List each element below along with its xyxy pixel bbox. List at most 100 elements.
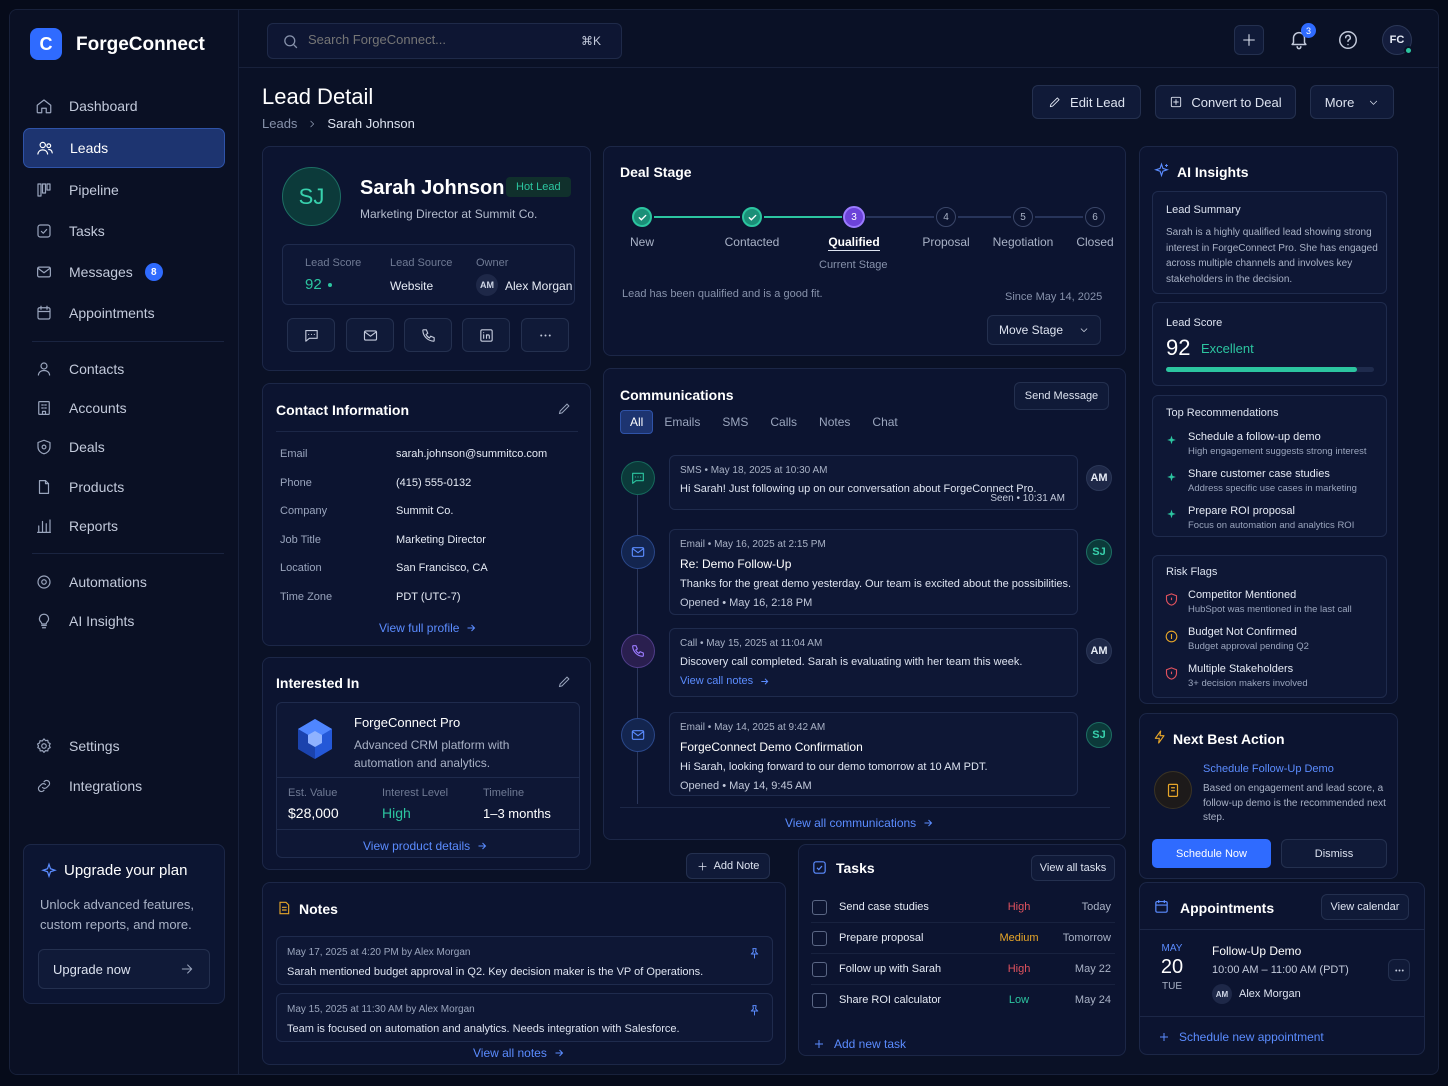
sidebar-item-contacts[interactable]: Contacts	[23, 349, 225, 389]
comm-item[interactable]: Call • May 15, 2025 at 11:04 AM Discovery…	[669, 628, 1078, 697]
comms-tab-emails[interactable]: Emails	[653, 411, 711, 433]
sidebar-item-ai-insights[interactable]: AI Insights	[23, 601, 225, 641]
call-action-button[interactable]	[404, 318, 452, 352]
arrow-right-icon	[467, 624, 476, 632]
email-action-button[interactable]	[346, 318, 394, 352]
sidebar-item-settings[interactable]: Settings	[23, 726, 225, 766]
stage-step-5[interactable]: 5	[1013, 207, 1033, 227]
user-avatar[interactable]: FC	[1382, 25, 1413, 55]
view-all-communications-link[interactable]: View all communications	[785, 816, 934, 830]
view-all-notes-link[interactable]: View all notes	[473, 1046, 565, 1060]
view-calendar-button[interactable]: View calendar	[1321, 894, 1409, 920]
edit-interest-icon[interactable]	[557, 674, 572, 689]
stage-step-6[interactable]: 6	[1085, 207, 1105, 227]
sidebar-item-label: Deals	[69, 439, 105, 455]
more-actions-button[interactable]	[521, 318, 569, 352]
mail-icon	[631, 730, 645, 740]
sidebar-item-leads[interactable]: Leads	[23, 128, 225, 168]
lead-summary-title: Lead Summary	[1166, 204, 1241, 216]
send-message-label: Send Message	[1024, 390, 1099, 402]
task-checkbox[interactable]	[812, 993, 827, 1008]
contact-field-value[interactable]: sarah.johnson@summitco.com	[396, 448, 547, 460]
view-full-profile-link[interactable]: View full profile	[379, 621, 477, 635]
edit-lead-button[interactable]: Edit Lead	[1032, 85, 1141, 119]
comms-tab-calls[interactable]: Calls	[759, 411, 808, 433]
note-meta: May 17, 2025 at 4:20 PM by Alex Morgan	[287, 947, 471, 958]
sidebar-item-dashboard[interactable]: Dashboard	[23, 86, 225, 126]
task-name[interactable]: Send case studies	[839, 901, 929, 913]
comm-item[interactable]: Email • May 16, 2025 at 2:15 PM Re: Demo …	[669, 529, 1078, 615]
sidebar-item-messages[interactable]: Messages 8	[23, 252, 225, 292]
comms-tab-chat[interactable]: Chat	[861, 411, 908, 433]
schedule-now-button[interactable]: Schedule Now	[1152, 839, 1271, 868]
sidebar-item-automations[interactable]: Automations	[23, 562, 225, 602]
add-button[interactable]	[1234, 25, 1264, 55]
help-button[interactable]	[1337, 29, 1359, 51]
upgrade-now-button[interactable]: Upgrade now	[38, 949, 210, 989]
stage-step-3[interactable]: 3	[843, 206, 865, 228]
add-note-button[interactable]: Add Note	[686, 853, 770, 879]
add-new-task-label: Add new task	[834, 1037, 907, 1051]
dismiss-button[interactable]: Dismiss	[1281, 839, 1387, 868]
pin-icon[interactable]	[748, 947, 761, 960]
recommendation-title[interactable]: Prepare ROI proposal	[1188, 505, 1295, 517]
task-due: May 22	[1074, 963, 1111, 975]
sidebar-item-products[interactable]: Products	[23, 467, 225, 507]
product-divider	[277, 777, 579, 778]
recommendation-title[interactable]: Schedule a follow-up demo	[1188, 431, 1321, 443]
notifications-button[interactable]: 3	[1288, 23, 1316, 52]
recommendation-title[interactable]: Share customer case studies	[1188, 468, 1330, 480]
brand-logo[interactable]: C	[30, 28, 62, 60]
comm-meta: Call • May 15, 2025 at 11:04 AM	[680, 638, 823, 649]
comms-tab-all[interactable]: All	[620, 410, 654, 434]
comm-item[interactable]: SMS • May 18, 2025 at 10:30 AM Hi Sarah! …	[669, 455, 1078, 510]
sidebar-item-pipeline[interactable]: Pipeline	[23, 170, 225, 210]
contact-field-value[interactable]: (415) 555-0132	[396, 477, 471, 489]
comm-item[interactable]: Email • May 14, 2025 at 9:42 AM ForgeConn…	[669, 712, 1078, 796]
sidebar-item-reports[interactable]: Reports	[23, 506, 225, 546]
view-call-notes-link[interactable]: View call notes	[680, 675, 770, 687]
ai-insights-card: AI Insights Lead Summary Sarah is a high…	[1139, 146, 1398, 704]
more-button[interactable]: More	[1310, 85, 1394, 119]
schedule-new-appointment-link[interactable]: Schedule new appointment	[1158, 1030, 1324, 1044]
breadcrumb-leads[interactable]: Leads	[262, 116, 297, 131]
move-stage-button[interactable]: Move Stage	[987, 315, 1101, 345]
appointment-more-button[interactable]	[1388, 959, 1410, 981]
sidebar-item-label: Dashboard	[69, 98, 138, 114]
stage-step-2[interactable]	[742, 207, 762, 227]
stage-step-1[interactable]	[632, 207, 652, 227]
appointment-event[interactable]: Follow-Up Demo	[1212, 944, 1301, 958]
interested-in-title: Interested In	[276, 675, 360, 691]
view-product-details-link[interactable]: View product details	[363, 839, 488, 853]
search-input[interactable]	[308, 32, 568, 47]
chat-action-button[interactable]	[287, 318, 335, 352]
search-box[interactable]: ⌘K	[267, 23, 622, 59]
task-checkbox[interactable]	[812, 962, 827, 977]
product-description: Advanced CRM platform with automation an…	[354, 738, 510, 770]
note-item[interactable]: May 17, 2025 at 4:20 PM by Alex Morgan Sa…	[276, 936, 773, 985]
sidebar-item-integrations[interactable]: Integrations	[23, 766, 225, 806]
task-name[interactable]: Share ROI calculator	[839, 994, 941, 1006]
pin-icon[interactable]	[748, 1004, 761, 1017]
comms-tab-notes[interactable]: Notes	[808, 411, 861, 433]
task-checkbox[interactable]	[812, 900, 827, 915]
sidebar-item-tasks[interactable]: Tasks	[23, 211, 225, 251]
sidebar-item-appointments[interactable]: Appointments	[23, 293, 225, 333]
task-checkbox[interactable]	[812, 931, 827, 946]
note-item[interactable]: May 15, 2025 at 11:30 AM by Alex Morgan T…	[276, 993, 773, 1042]
sidebar-item-deals[interactable]: Deals	[23, 427, 225, 467]
view-calendar-label: View calendar	[1330, 901, 1400, 913]
send-message-button[interactable]: Send Message	[1014, 382, 1109, 410]
comms-tab-sms[interactable]: SMS	[711, 411, 759, 433]
add-new-task-link[interactable]: Add new task	[813, 1037, 906, 1051]
sidebar-item-accounts[interactable]: Accounts	[23, 388, 225, 428]
convert-to-deal-button[interactable]: Convert to Deal	[1155, 85, 1296, 119]
nba-action-title[interactable]: Schedule Follow-Up Demo	[1203, 763, 1334, 775]
stage-step-4[interactable]: 4	[936, 207, 956, 227]
task-name[interactable]: Follow up with Sarah	[839, 963, 941, 975]
edit-contact-icon[interactable]	[557, 401, 572, 416]
sidebar-item-label: Tasks	[69, 223, 105, 239]
linkedin-action-button[interactable]	[462, 318, 510, 352]
task-name[interactable]: Prepare proposal	[839, 932, 923, 944]
view-all-tasks-button[interactable]: View all tasks	[1031, 855, 1115, 881]
